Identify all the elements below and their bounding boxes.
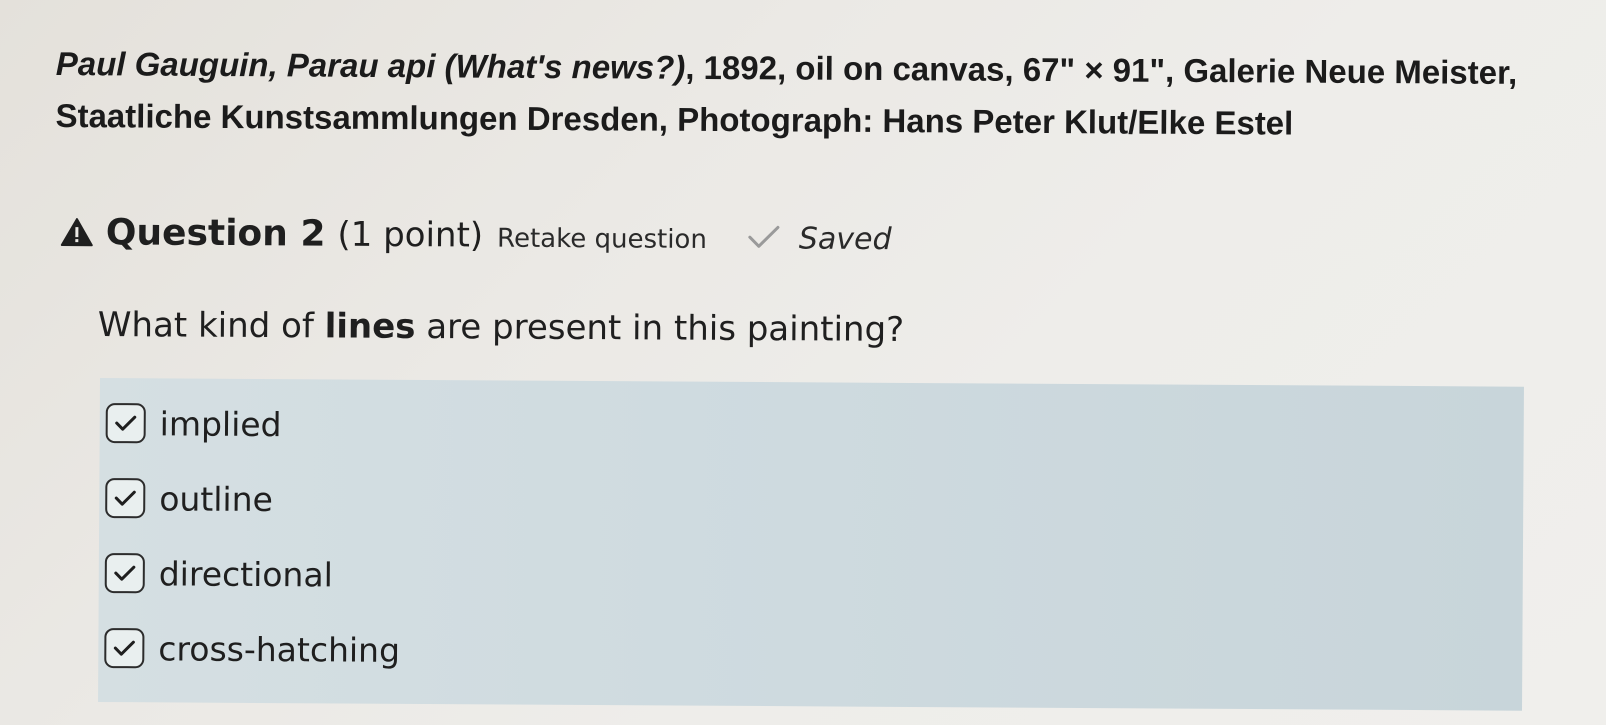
checkbox-checked-icon[interactable]: [104, 553, 145, 594]
checkbox-checked-icon[interactable]: [105, 478, 146, 519]
checkbox-checked-icon[interactable]: [104, 628, 145, 669]
artwork-caption: Paul Gauguin, Parau api (What's news?), …: [55, 38, 1576, 151]
answer-options: implied outline directional cross-hatchi…: [98, 378, 1524, 711]
checkmark-icon: [747, 224, 781, 250]
answer-option-label: cross-hatching: [158, 628, 401, 670]
answer-option[interactable]: implied: [105, 403, 282, 444]
prompt-text-end: are present in this painting?: [415, 306, 905, 350]
saved-status: Saved: [798, 221, 892, 258]
prompt-emphasis: lines: [324, 306, 416, 347]
question-header: Question 2 (1 point) Retake question Sav…: [60, 212, 892, 258]
caption-line-1: Paul Gauguin, Parau api (What's news?), …: [56, 38, 1576, 99]
caption-details: , 1892, oil on canvas, 67" × 91", Galeri…: [685, 48, 1518, 91]
question-title: Question 2: [105, 212, 326, 255]
answer-option-label: implied: [159, 403, 282, 444]
warning-icon: [60, 217, 94, 247]
answer-option[interactable]: outline: [105, 478, 273, 519]
answer-option-label: directional: [158, 553, 333, 594]
caption-artist: Paul Gauguin,: [55, 44, 287, 84]
answer-option[interactable]: cross-hatching: [104, 628, 400, 670]
caption-line-2: Staatliche Kunstsammlungen Dresden, Phot…: [55, 96, 1294, 142]
answer-option-label: outline: [159, 478, 273, 519]
question-points: (1 point): [337, 214, 484, 256]
answer-option[interactable]: directional: [104, 553, 333, 594]
question-prompt: What kind of lines are present in this p…: [98, 305, 905, 350]
prompt-text-start: What kind of: [97, 305, 325, 347]
retake-question-link[interactable]: Retake question: [497, 224, 707, 255]
caption-artwork-title: Parau api (What's news?): [286, 46, 686, 86]
checkbox-checked-icon[interactable]: [105, 403, 146, 444]
